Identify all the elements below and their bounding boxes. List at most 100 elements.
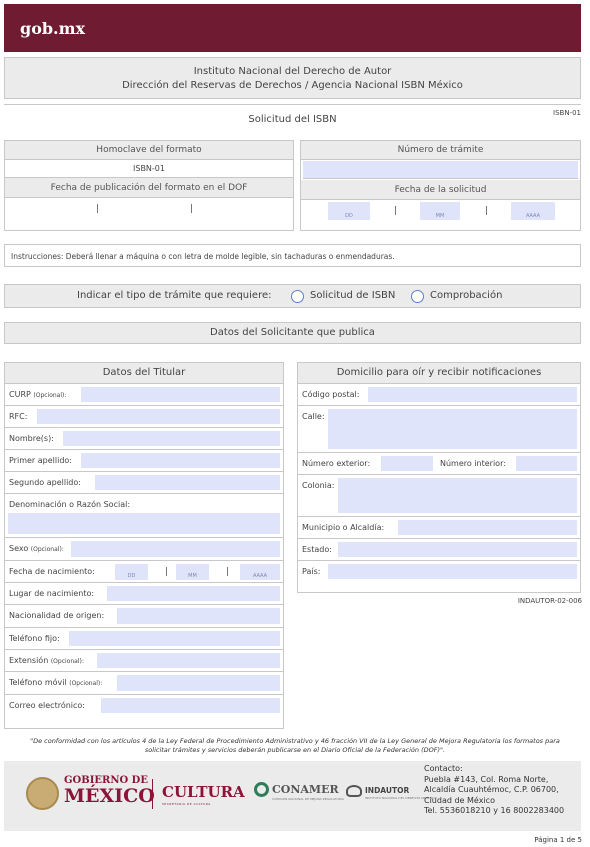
birth-month-input[interactable]: MM [176,564,209,580]
instructions: Instrucciones: Deberá llenar a máquina o… [4,244,581,267]
municipio-input[interactable] [398,520,577,535]
pais-label: País: [302,567,321,576]
primer-apellido-row: Primer apellido: [5,450,283,472]
pais-input[interactable] [328,564,577,579]
estado-label: Estado: [302,545,332,554]
format-info-box: Homoclave del formato ISBN-01 Fecha de p… [4,140,294,231]
sexo-label: Sexo (Opcional): [9,544,64,553]
segundo-apellido-input[interactable] [95,475,280,490]
contact-line: Ciudad de México [424,795,495,805]
contact-line: Puebla #143, Col. Roma Norte, [424,774,549,784]
colonia-label: Colonia: [302,481,335,490]
fecha-nacimiento-row: Fecha de nacimiento: DD MM AAAA [5,561,283,583]
date-separator [97,204,98,213]
sexo-input[interactable] [71,541,280,557]
date-separator [191,204,192,213]
birth-day-input[interactable]: DD [115,564,148,580]
rfc-row: RFC: [5,406,283,428]
segundo-apellido-row: Segundo apellido: [5,472,283,494]
homoclave-value: ISBN-01 [5,160,293,178]
codigo-postal-row: Código postal: [298,384,580,406]
telefono-fijo-label: Teléfono fijo: [9,634,60,643]
nombre-input[interactable] [63,431,280,446]
sexo-row: Sexo (Opcional): [5,538,283,561]
telefono-fijo-input[interactable] [69,631,280,646]
rfc-label: RFC: [9,412,28,421]
secretaria-cultura-text: SECRETARÍA DE CULTURA [162,802,211,806]
indautor-logo: INDAUTOR [365,786,410,795]
extension-input[interactable] [97,653,280,668]
gobmx-logo[interactable]: gob.mx [20,19,85,38]
lugar-nacimiento-input[interactable] [107,586,280,601]
date-separator [395,206,396,215]
nacionalidad-input[interactable] [117,608,280,624]
municipio-row: Municipio o Alcaldía: [298,517,580,539]
pub-date-value [5,198,293,220]
tramite-number-input[interactable] [303,161,578,179]
correo-row: Correo electrónico: [5,695,283,716]
calle-label: Calle: [302,412,325,421]
codigo-postal-input[interactable] [368,387,577,402]
indautor-icon [346,785,362,797]
curp-input[interactable] [81,387,280,402]
denominacion-row: Denominación o Razón Social: [5,494,283,538]
numero-row: Número exterior: Número interior: [298,453,580,475]
calle-input[interactable] [328,409,577,449]
request-title: Solicitud del ISBN [248,114,337,125]
request-date-year[interactable]: AAAA [511,202,555,220]
numero-interior-label: Número interior: [440,459,506,468]
tramite-type-label: Indicar el tipo de trámite que requiere: [77,290,272,301]
correo-label: Correo electrónico: [9,701,85,710]
institute-banner: Instituto Nacional del Derecho de Autor … [4,57,581,99]
contact-line: Tel. 5536018210 y 16 8002283400 [424,806,565,815]
solicitud-isbn-radio[interactable] [291,290,304,303]
date-separator [486,206,487,215]
pub-date-label: Fecha de publicación del formato en el D… [5,178,293,198]
estado-row: Estado: [298,539,580,561]
telefono-fijo-row: Teléfono fijo: [5,628,283,650]
contact-line: Contacto: [424,764,463,773]
curp-row: CURP (Opcional): [5,384,283,406]
domicilio-title: Domicilio para oír y recibir notificacio… [298,363,580,384]
conamer-subtitle: COMISIÓN NACIONAL DE MEJORA REGULATORIA [272,797,344,801]
numero-exterior-input[interactable] [381,456,433,471]
divider [4,104,581,105]
numero-interior-input[interactable] [516,456,577,471]
homoclave-label: Homoclave del formato [5,141,293,160]
request-date-fields: DD MM AAAA [301,200,580,222]
logo-divider [152,779,153,809]
gobierno-mexico-logo: GOBIERNO DE MÉXICO [64,775,155,807]
denominacion-input[interactable] [8,513,280,534]
lugar-nacimiento-label: Lugar de nacimiento: [9,589,95,598]
birth-year-input[interactable]: AAAA [240,564,280,580]
estado-input[interactable] [338,542,577,557]
comprobacion-label[interactable]: Comprobación [430,290,502,301]
comprobacion-radio[interactable] [411,290,424,303]
rfc-input[interactable] [37,409,280,424]
institute-name: Instituto Nacional del Derecho de Autor [193,66,392,77]
request-date-month[interactable]: MM [420,202,460,220]
lugar-nacimiento-row: Lugar de nacimiento: [5,583,283,605]
solicitud-isbn-label[interactable]: Solicitud de ISBN [310,290,395,301]
request-date-day[interactable]: DD [328,202,370,220]
denominacion-label: Denominación o Razón Social: [9,500,131,509]
primer-apellido-input[interactable] [81,453,280,468]
date-separator [166,567,167,576]
colonia-row: Colonia: [298,475,580,517]
mexico-seal-icon [26,777,59,810]
segundo-apellido-label: Segundo apellido: [9,478,81,487]
colonia-input[interactable] [338,478,577,513]
codigo-postal-label: Código postal: [302,390,360,399]
telefono-movil-input[interactable] [117,675,280,691]
cultura-logo: CULTURA [162,783,245,801]
telefono-movil-row: Teléfono móvil (Opcional): [5,672,283,695]
curp-label: CURP (Opcional): [9,390,67,399]
nombre-row: Nombre(s): [5,428,283,450]
correo-input[interactable] [101,698,280,713]
primer-apellido-label: Primer apellido: [9,456,72,465]
nacionalidad-row: Nacionalidad de origen: [5,605,283,628]
fecha-nacimiento-label: Fecha de nacimiento: [9,567,95,576]
conamer-logo: CONAMER [272,783,339,796]
applicant-section-title: Datos del Solicitante que publica [4,322,581,344]
titular-title: Datos del Titular [5,363,283,384]
